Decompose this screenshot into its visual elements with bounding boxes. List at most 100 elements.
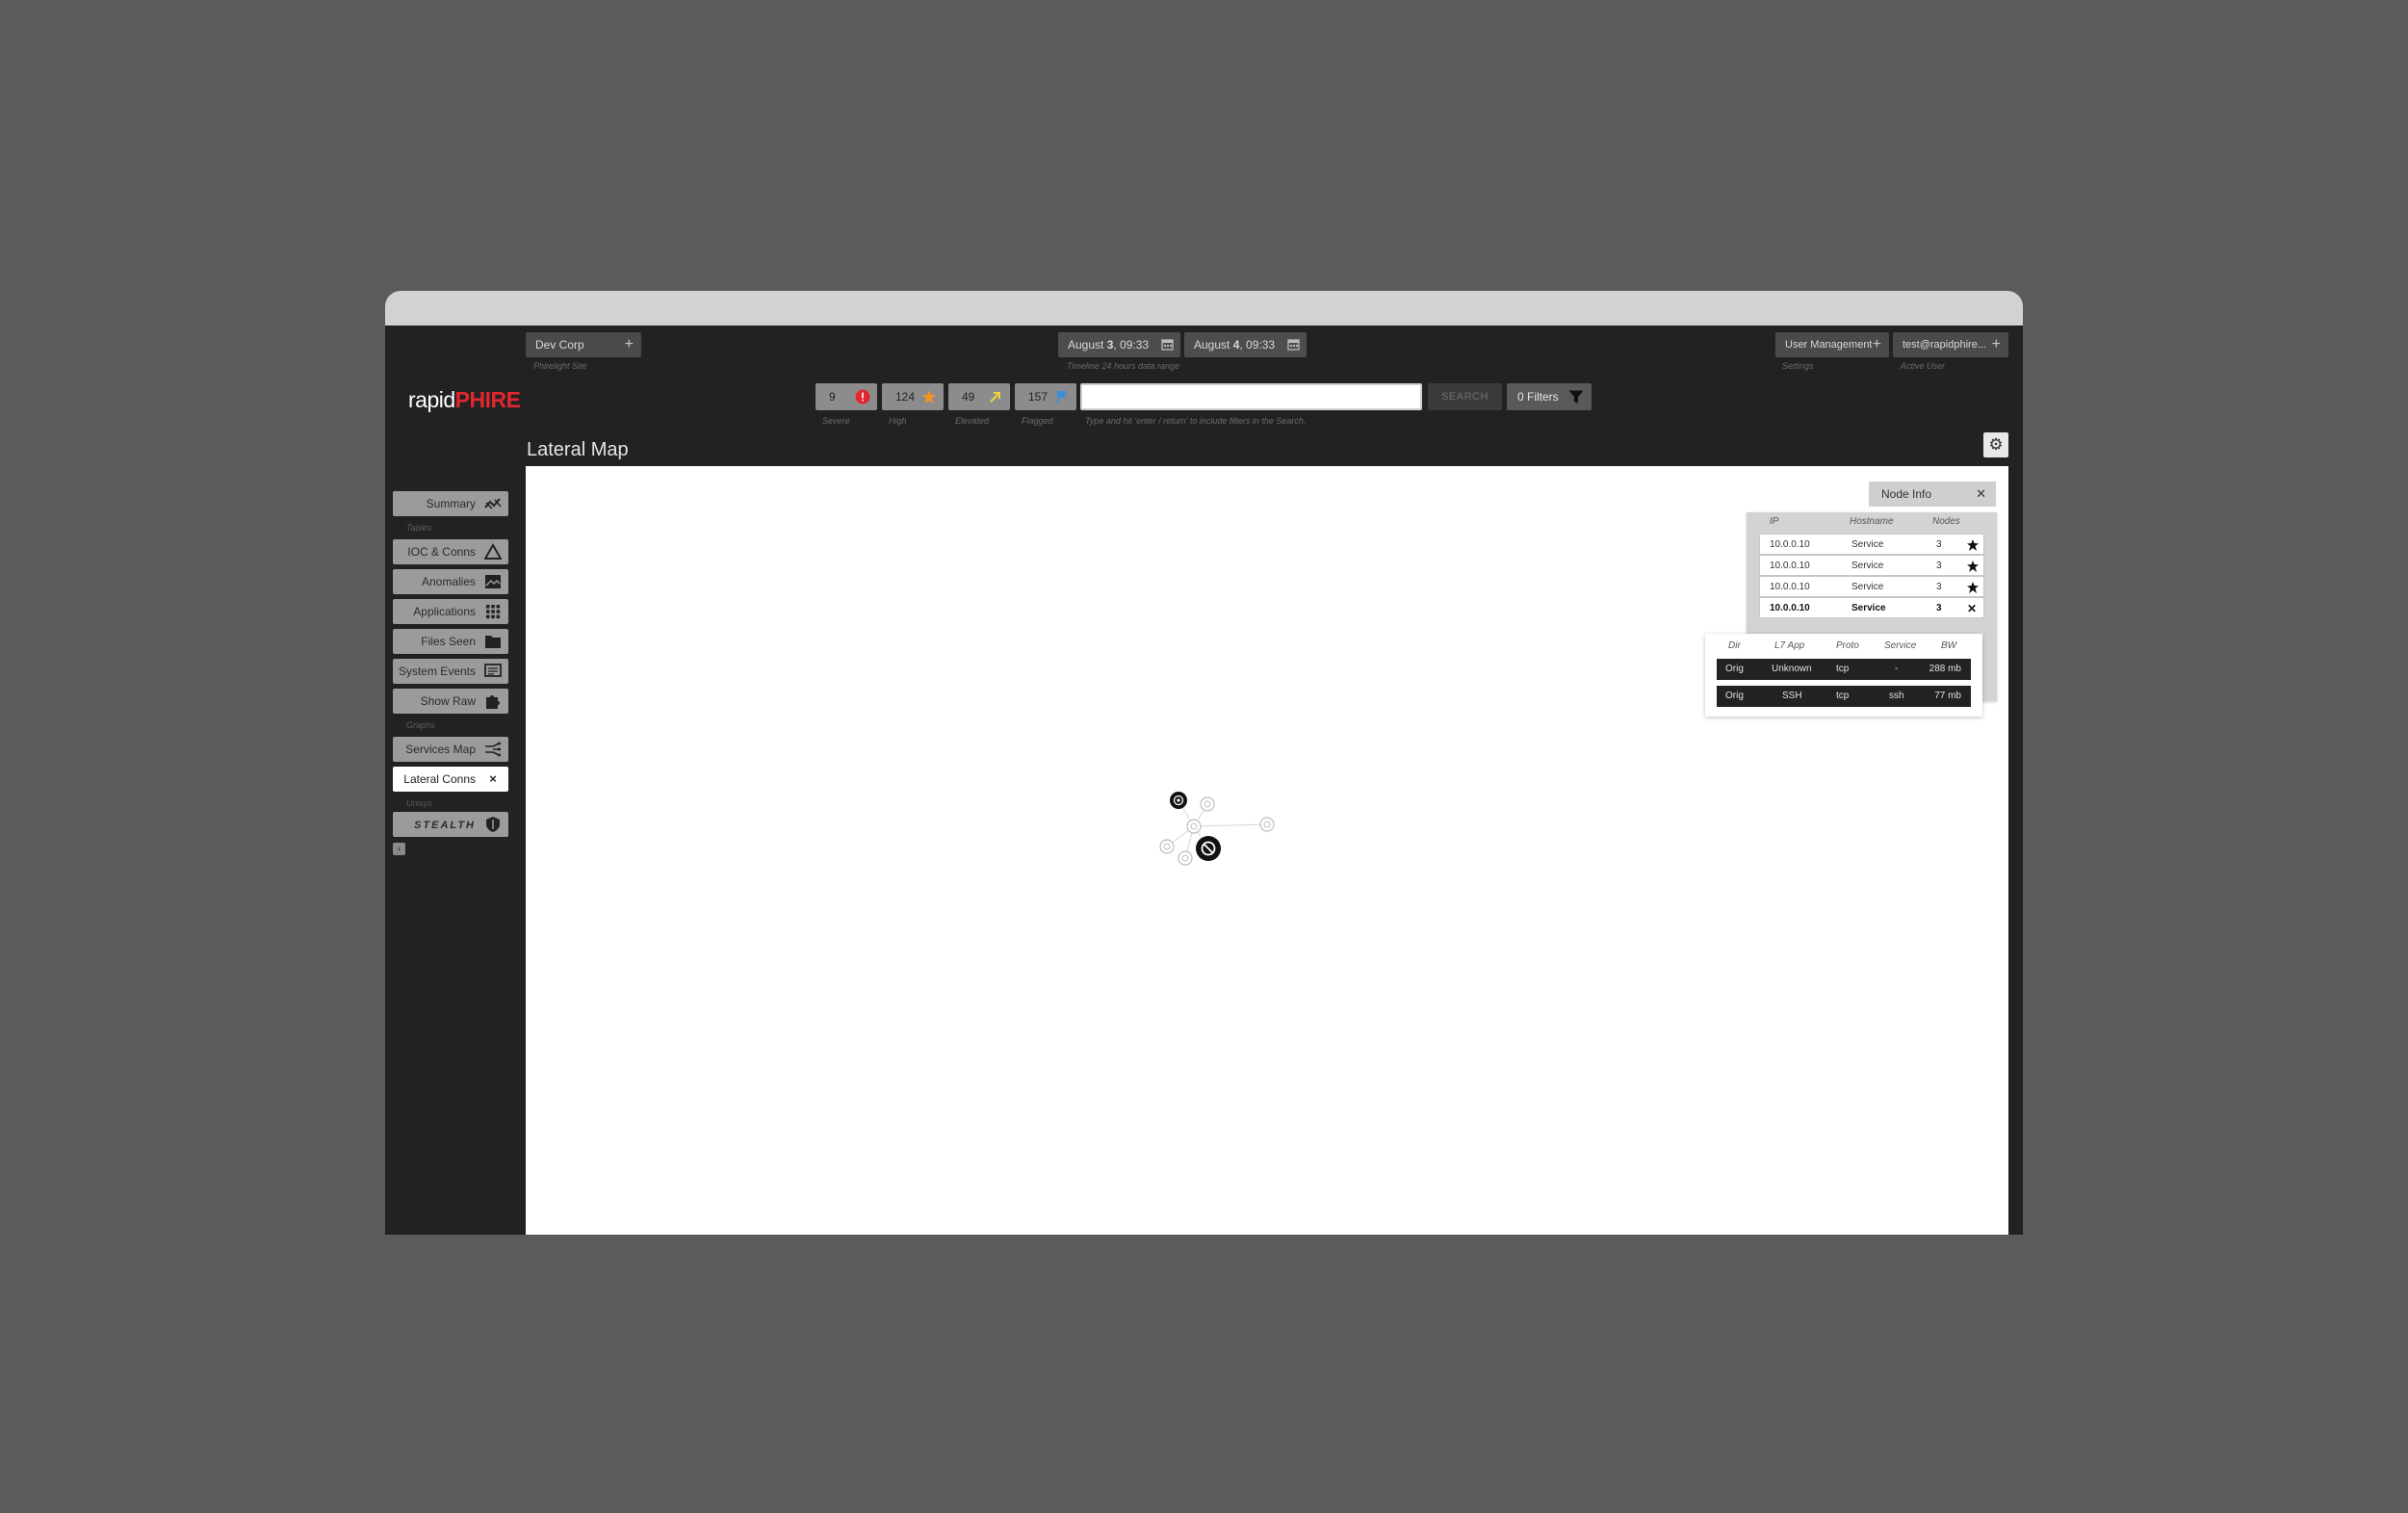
site-selector[interactable]: Dev Corp + xyxy=(526,332,641,357)
search-button[interactable]: SEARCH xyxy=(1428,383,1502,410)
message-icon xyxy=(484,664,502,677)
cell-dir: Orig xyxy=(1725,691,1744,701)
sidebar-item-label: Services Map xyxy=(405,743,476,756)
active-user-menu[interactable]: test@rapidphire... + xyxy=(1893,332,2008,357)
settings-gear-button[interactable]: ⚙ xyxy=(1983,432,2008,457)
cell-l7-app: SSH xyxy=(1782,691,1802,701)
severe-caption: Severe xyxy=(822,416,850,426)
arrow-up-right-icon xyxy=(990,392,1000,403)
sidebar-collapse-button[interactable]: ‹ xyxy=(393,843,405,855)
date-to-time: , 09:33 xyxy=(1239,338,1276,352)
star-icon xyxy=(922,390,936,404)
sidebar-item-files-seen[interactable]: Files Seen xyxy=(393,629,508,654)
severe-count: 9 xyxy=(829,390,836,404)
table-row[interactable]: Orig SSH tcp ssh 77 mb xyxy=(1717,686,1971,707)
trend-icon xyxy=(484,498,502,509)
cell-bw: 77 mb xyxy=(1934,691,1961,701)
cell-nodes: 3 xyxy=(1936,561,1942,571)
filter-icon xyxy=(1568,390,1584,404)
elevated-counter[interactable]: 49 xyxy=(948,383,1010,410)
flagged-caption: Flagged xyxy=(1022,416,1053,426)
close-icon[interactable]: ✕ xyxy=(1976,482,1986,507)
logo-text-rapid: rapid xyxy=(408,387,455,412)
cell-hostname: Service xyxy=(1851,561,1884,571)
user-management-menu[interactable]: User Management + xyxy=(1775,332,1889,357)
flagged-counter[interactable]: 157 xyxy=(1015,383,1076,410)
node-info-tab[interactable]: Node Info ✕ xyxy=(1869,482,1996,507)
selected-graph-node[interactable] xyxy=(1170,792,1187,809)
site-selector-value: Dev Corp xyxy=(535,338,584,352)
sidebar-item-summary[interactable]: Summary xyxy=(393,491,508,516)
sidebar-item-label: Applications xyxy=(413,605,476,618)
sidebar-category-graphs: Graphs xyxy=(406,720,435,730)
sidebar-item-stealth[interactable]: STEALTH xyxy=(393,812,508,837)
plus-icon: + xyxy=(1872,336,1881,352)
gear-icon: ⚙ xyxy=(1988,435,2004,454)
severe-counter[interactable]: 9 xyxy=(816,383,877,410)
date-from-picker[interactable]: August 3, 09:33 xyxy=(1058,332,1180,357)
blocked-node-icon[interactable] xyxy=(1196,836,1221,861)
table-row[interactable]: 10.0.0.10 Service 3 xyxy=(1759,534,1984,555)
column-header-l7-app: L7 App xyxy=(1774,640,1805,651)
app-window: Dev Corp + Phirelight Site August 3, 09:… xyxy=(385,291,2023,1235)
sidebar-category-tables: Tables xyxy=(406,523,432,533)
lateral-map-canvas[interactable]: Node Info ✕ IP Hostname Nodes 10.0.0.10 … xyxy=(526,466,2008,1235)
image-icon xyxy=(485,575,501,588)
chevron-left-icon: ‹ xyxy=(397,844,401,854)
graph-node[interactable] xyxy=(1259,817,1275,832)
sidebar-item-ioc-conns[interactable]: IOC & Conns xyxy=(393,539,508,564)
sidebar-item-system-events[interactable]: System Events xyxy=(393,659,508,684)
table-row[interactable]: 10.0.0.10 Service 3 xyxy=(1759,555,1984,576)
star-burst-icon[interactable] xyxy=(1967,582,1979,593)
cell-l7-app: Unknown xyxy=(1772,664,1812,674)
elevated-count: 49 xyxy=(962,390,975,404)
graph-node[interactable] xyxy=(1200,796,1215,812)
table-row[interactable]: Orig Unknown tcp - 288 mb xyxy=(1717,659,1971,680)
logo-text-phire: PHIRE xyxy=(454,387,521,412)
search-input[interactable] xyxy=(1080,383,1422,410)
column-header-nodes: Nodes xyxy=(1932,516,1960,527)
star-burst-icon[interactable] xyxy=(1967,561,1979,572)
rapidphire-logo[interactable]: rapidPHIRE xyxy=(408,387,521,413)
shield-icon xyxy=(486,817,500,832)
site-selector-caption: Phirelight Site xyxy=(533,361,587,371)
connection-detail-panel: Dir L7 App Proto Service BW Orig Unknown… xyxy=(1705,634,1982,717)
sidebar-item-anomalies[interactable]: Anomalies xyxy=(393,569,508,594)
active-user-value: test@rapidphire... xyxy=(1903,339,1986,351)
graph-node[interactable] xyxy=(1178,850,1193,866)
flag-icon xyxy=(1057,391,1067,404)
date-from-month: August xyxy=(1068,338,1107,352)
folder-icon xyxy=(485,636,501,648)
cell-proto: tcp xyxy=(1836,664,1850,674)
sidebar-item-applications[interactable]: Applications xyxy=(393,599,508,624)
high-counter[interactable]: 124 xyxy=(882,383,944,410)
sidebar-item-label: Summary xyxy=(426,497,476,510)
page-title: Lateral Map xyxy=(527,439,629,460)
close-icon[interactable]: ✕ xyxy=(1967,598,1977,619)
date-to-picker[interactable]: August 4, 09:33 xyxy=(1184,332,1307,357)
calendar-icon xyxy=(1287,339,1300,351)
table-row[interactable]: 10.0.0.10 Service 3 xyxy=(1759,576,1984,597)
close-icon[interactable]: × xyxy=(484,770,502,788)
plus-icon: + xyxy=(624,336,634,352)
sidebar-item-services-map[interactable]: Services Map xyxy=(393,737,508,762)
share-graph-icon xyxy=(485,742,501,757)
column-header-ip: IP xyxy=(1770,516,1779,527)
graph-node[interactable] xyxy=(1159,839,1175,854)
sidebar-item-label: IOC & Conns xyxy=(407,545,476,559)
cell-proto: tcp xyxy=(1836,691,1850,701)
filters-button[interactable]: 0 Filters xyxy=(1507,383,1592,410)
sidebar-item-label: Files Seen xyxy=(421,635,476,648)
table-row-selected[interactable]: 10.0.0.10 Service 3 ✕ xyxy=(1759,597,1984,618)
sidebar-item-lateral-conns[interactable]: Lateral Conns × xyxy=(393,767,508,792)
alert-circle-icon xyxy=(855,389,870,404)
star-burst-icon[interactable] xyxy=(1967,539,1979,551)
plus-icon: + xyxy=(1991,336,2001,352)
cell-nodes: 3 xyxy=(1936,582,1942,592)
sidebar-item-show-raw[interactable]: Show Raw xyxy=(393,689,508,714)
settings-value: User Management xyxy=(1785,339,1873,351)
warning-triangle-icon xyxy=(484,543,502,560)
graph-node[interactable] xyxy=(1186,819,1202,834)
active-user-caption: Active User xyxy=(1901,361,1946,371)
cell-ip: 10.0.0.10 xyxy=(1770,603,1810,613)
